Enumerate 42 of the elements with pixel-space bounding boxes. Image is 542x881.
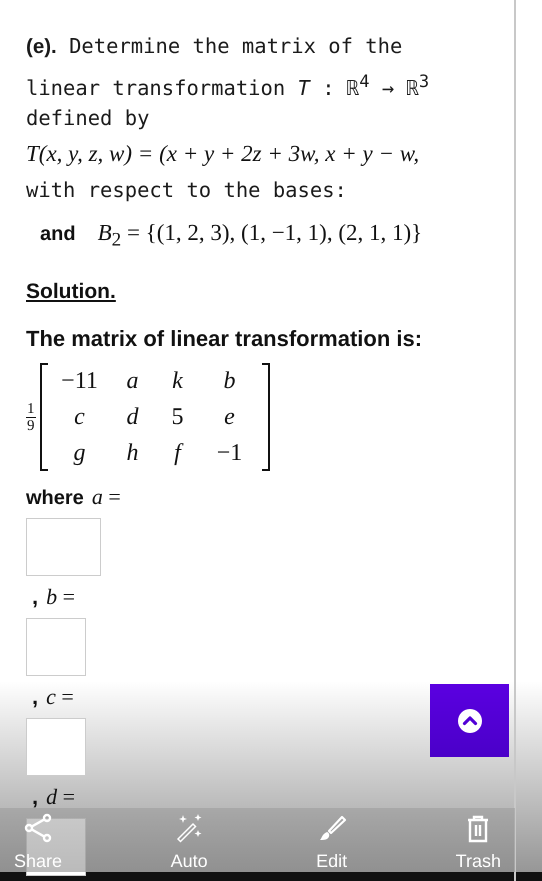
share-icon <box>23 813 54 843</box>
matrix-entry: g <box>74 440 86 466</box>
variable-label: a = <box>92 484 121 510</box>
comma-text: , <box>31 584 38 610</box>
scroll-up-button[interactable] <box>430 684 509 757</box>
auto-button[interactable]: Auto <box>170 813 208 872</box>
fraction-numerator: 1 <box>26 400 36 418</box>
formula-text: T(x, y, z, w) = (x + y + 2z + 3w, x + y − w, <box>26 140 420 168</box>
variable-label: c = <box>46 684 74 710</box>
matrix-entry: k <box>172 368 183 394</box>
matrix-entry: b <box>224 368 236 394</box>
answer-field[interactable] <box>26 518 101 576</box>
variable-label: b = <box>46 584 76 610</box>
question-text: with respect to the bases: <box>26 177 348 204</box>
matrix-entry: −11 <box>61 368 98 394</box>
matrix-entry: h <box>126 440 138 466</box>
chevron-up-icon <box>456 708 482 734</box>
solution-heading: Solution. <box>26 280 116 304</box>
trash-icon <box>466 815 490 843</box>
basis-label: and <box>40 222 76 247</box>
matrix-entry: a <box>126 368 138 394</box>
question-text: linear transformation T : ℝ$^{4}$ → ℝ$^{3}$ <box>26 71 430 100</box>
comma-text: , <box>31 784 38 810</box>
matrix-entry: −1 <box>216 440 242 466</box>
fraction-denominator: 9 <box>27 418 34 434</box>
matrix-entry: c <box>74 404 85 430</box>
matrix-entry: 5 <box>172 404 184 430</box>
edit-button[interactable]: Edit <box>316 813 348 872</box>
answer-intro: The matrix of linear transformation is: <box>26 326 424 352</box>
share-button[interactable]: Share <box>14 813 62 872</box>
trash-button[interactable]: Trash <box>456 815 501 872</box>
matrix-entry: e <box>224 404 235 430</box>
variable-label: d = <box>46 784 76 810</box>
question-text: defined by <box>26 105 150 132</box>
basis-formula: B$_{2}$ = {(1, 2, 3), (1, −1, 1), (2, 1, 1)} <box>98 219 422 253</box>
answer-field[interactable] <box>26 618 86 676</box>
matrix-entry: f <box>174 440 181 466</box>
question-text: (e). Determine the matrix of the <box>26 33 404 60</box>
comma-text: , <box>31 684 38 710</box>
where-label: where <box>26 487 84 510</box>
matrix-entry: d <box>126 404 138 430</box>
answer-field[interactable] <box>26 718 86 776</box>
